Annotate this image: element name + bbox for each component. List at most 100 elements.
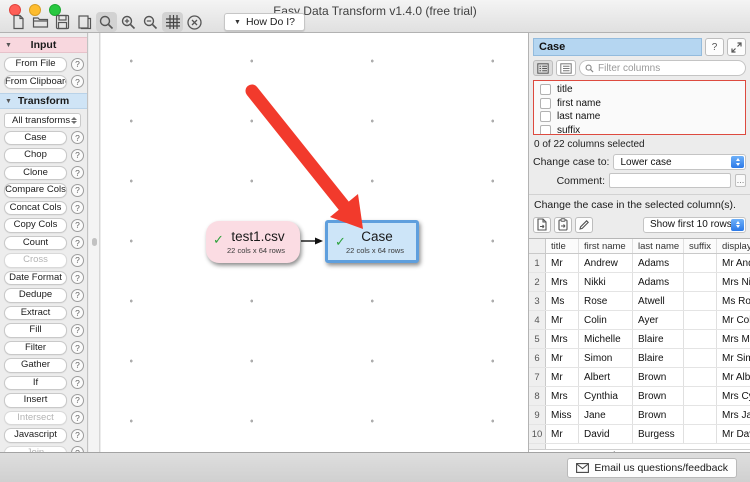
transform-button-compare-cols[interactable]: Compare Cols — [4, 183, 67, 198]
table-row[interactable]: 2MrsNikkiAdamsMrs Nikki Adams — [529, 273, 750, 292]
transform-button-date-format[interactable]: Date Format — [4, 271, 67, 286]
from-clipboard-button[interactable]: From Clipboard — [4, 75, 67, 90]
preview-table: titlefirst namelast namesuffixdisplay na… — [529, 238, 750, 452]
from-file-button[interactable]: From File — [4, 57, 67, 72]
help-icon[interactable]: ? — [71, 131, 84, 144]
table-row[interactable]: 8MrsCynthiaBrownMrs Cynthia Brown — [529, 387, 750, 406]
table-row[interactable]: 9MissJaneBrownMrs Jane Brown — [529, 406, 750, 425]
show-rows-select[interactable]: Show first 10 rows — [643, 217, 746, 233]
transform-button-case[interactable]: Case — [4, 131, 67, 146]
help-icon[interactable]: ? — [71, 184, 84, 197]
column-option[interactable]: last name — [537, 110, 745, 124]
transform-button-chop[interactable]: Chop — [4, 148, 67, 163]
node-case[interactable]: ✓ Case 22 cols x 64 rows — [325, 220, 419, 263]
help-icon[interactable]: ? — [71, 359, 84, 372]
help-icon[interactable]: ? — [71, 75, 84, 88]
save-button[interactable] — [52, 12, 73, 32]
table-cell: Mr Andrew Adams — [717, 254, 750, 272]
change-case-select[interactable]: Lower case — [613, 154, 746, 170]
app-window: Easy Data Transform v1.4.0 (free trial) — [0, 0, 750, 482]
transform-button-fill[interactable]: Fill — [4, 323, 67, 338]
table-row[interactable]: 1MrAndrewAdamsMr Andrew Adams — [529, 254, 750, 273]
column-option[interactable]: suffix — [537, 124, 745, 136]
open-file-button[interactable] — [30, 12, 51, 32]
sidebar-scrollbar[interactable] — [89, 33, 100, 452]
transform-button-if[interactable]: If — [4, 376, 67, 391]
column-select-list[interactable]: title first name last name suffix — [533, 80, 746, 135]
new-document-button[interactable] — [8, 12, 29, 32]
node-test1-csv[interactable]: ✓ test1.csv 22 cols x 64 rows — [206, 221, 300, 263]
help-icon[interactable]: ? — [71, 219, 84, 232]
transform-button-insert[interactable]: Insert — [4, 393, 67, 408]
table-row[interactable]: 6MrSimonBlaireMr Simon Blaire — [529, 349, 750, 368]
workspace-canvas[interactable]: ✓ test1.csv 22 cols x 64 rows ✓ Case 22 … — [101, 33, 528, 452]
help-icon[interactable]: ? — [71, 254, 84, 267]
transform-button-concat-cols[interactable]: Concat Cols — [4, 201, 67, 216]
table-header-cell: title — [546, 239, 579, 253]
cancel-button[interactable] — [184, 12, 205, 32]
help-icon[interactable]: ? — [71, 306, 84, 319]
help-icon[interactable]: ? — [71, 149, 84, 162]
transform-section-header[interactable]: ▼ Transform — [0, 93, 87, 109]
checkbox-unchecked[interactable] — [540, 125, 551, 135]
filter-columns-input[interactable]: Filter columns — [579, 60, 746, 76]
scrollbar-thumb[interactable] — [92, 238, 97, 246]
transform-button-gather[interactable]: Gather — [4, 358, 67, 373]
transform-button-copy-cols[interactable]: Copy Cols — [4, 218, 67, 233]
comment-expand-button[interactable]: … — [735, 174, 746, 187]
table-row[interactable]: 5MrsMichelleBlaireMrs Michelle Blaire — [529, 330, 750, 349]
help-icon[interactable]: ? — [71, 429, 84, 442]
transform-button-filter[interactable]: Filter — [4, 341, 67, 356]
help-icon[interactable]: ? — [71, 289, 84, 302]
search-icon — [585, 64, 594, 73]
help-icon[interactable]: ? — [71, 324, 84, 337]
transform-button-extract[interactable]: Extract — [4, 306, 67, 321]
copy-to-file-button[interactable] — [533, 217, 551, 233]
duplicate-button[interactable] — [74, 12, 95, 32]
transform-button-intersect[interactable]: Intersect — [4, 411, 67, 426]
table-row[interactable]: 3MsRoseAtwellMs Rose Atwell — [529, 292, 750, 311]
input-section-header[interactable]: ▼ Input — [0, 37, 87, 53]
how-do-i-button[interactable]: ▼ How Do I? — [224, 13, 305, 31]
table-row[interactable]: 10MrDavidBurgessMr David Burgess — [529, 425, 750, 444]
column-option[interactable]: title — [537, 83, 745, 97]
help-icon[interactable]: ? — [71, 376, 84, 389]
edit-button[interactable] — [575, 217, 593, 233]
checkbox-unchecked[interactable] — [540, 111, 551, 122]
help-icon[interactable]: ? — [71, 201, 84, 214]
email-feedback-button[interactable]: Email us questions/feedback — [567, 458, 737, 478]
help-icon[interactable]: ? — [71, 58, 84, 71]
transform-button-count[interactable]: Count — [4, 236, 67, 251]
transform-button-javascript[interactable]: Javascript — [4, 428, 67, 443]
collapse-triangle-icon[interactable]: ▼ — [5, 42, 12, 49]
transform-button-clone[interactable]: Clone — [4, 166, 67, 181]
help-button[interactable]: ? — [705, 38, 724, 56]
table-row[interactable]: 4MrColinAyerMr Colin Ayer — [529, 311, 750, 330]
help-icon[interactable]: ? — [71, 236, 84, 249]
expand-panel-button[interactable] — [727, 38, 746, 56]
column-name: title — [557, 84, 573, 95]
help-icon[interactable]: ? — [71, 341, 84, 354]
toggle-grid-button[interactable] — [162, 12, 183, 32]
checkbox-unchecked[interactable] — [540, 84, 551, 95]
help-icon[interactable]: ? — [71, 271, 84, 284]
table-row[interactable]: 7MrAlbertBrownMr Albert Brown — [529, 368, 750, 387]
select-mode-button[interactable] — [96, 12, 117, 32]
help-icon[interactable]: ? — [71, 394, 84, 407]
transform-button-cross[interactable]: Cross — [4, 253, 67, 268]
checkbox-list-view-button[interactable] — [533, 60, 553, 76]
checkbox-unchecked[interactable] — [540, 98, 551, 109]
help-icon[interactable]: ? — [71, 166, 84, 179]
plain-list-view-button[interactable] — [556, 60, 576, 76]
copy-to-clipboard-button[interactable] — [554, 217, 572, 233]
transform-filter-dropdown[interactable]: All transforms — [4, 113, 81, 128]
zoom-out-button[interactable] — [140, 12, 161, 32]
zoom-in-button[interactable] — [118, 12, 139, 32]
new-document-icon — [11, 14, 26, 30]
help-icon[interactable]: ? — [71, 411, 84, 424]
column-option[interactable]: first name — [537, 97, 745, 111]
transform-button-dedupe[interactable]: Dedupe — [4, 288, 67, 303]
sidebar-item: From Clipboard ? — [0, 75, 87, 90]
comment-input[interactable] — [609, 173, 731, 188]
collapse-triangle-icon[interactable]: ▼ — [5, 98, 12, 105]
